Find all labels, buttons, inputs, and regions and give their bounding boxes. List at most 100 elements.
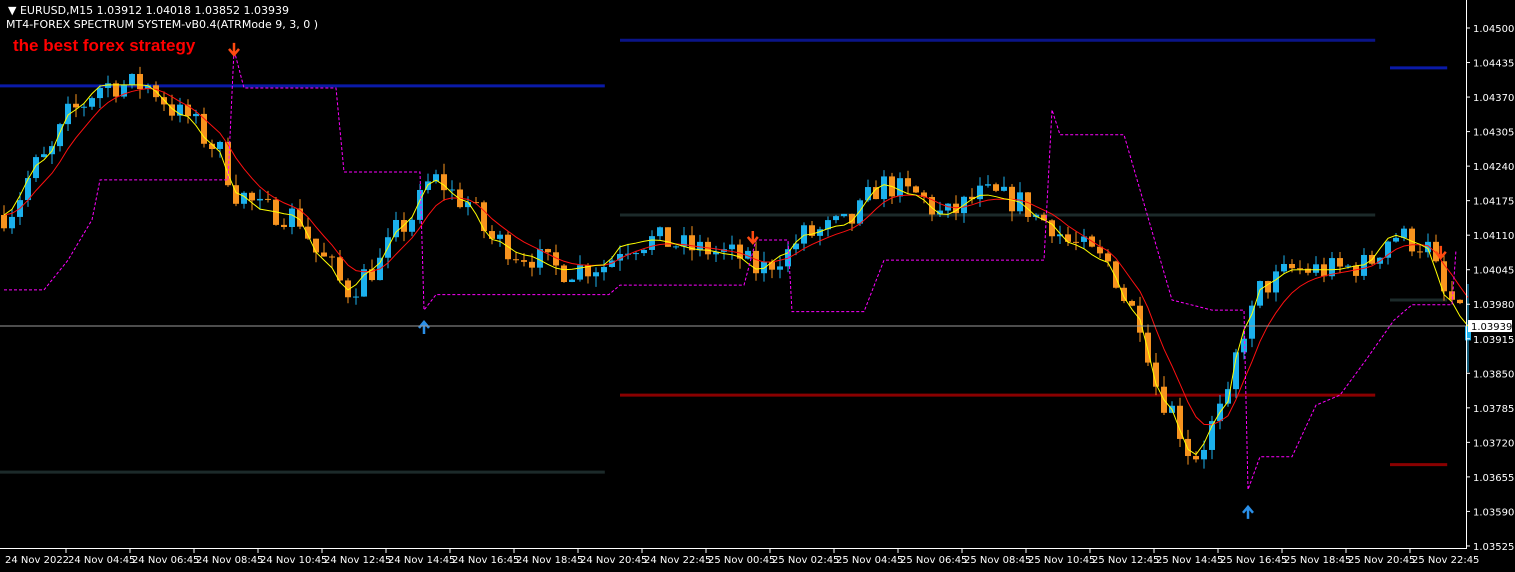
candle-body	[601, 266, 607, 273]
signals-layer	[228, 42, 1447, 519]
time-tick-label: 24 Nov 20:45	[580, 555, 647, 566]
candle-body	[881, 176, 887, 200]
candle-body	[353, 296, 359, 298]
candle-body	[1273, 271, 1279, 293]
time-tick-label: 25 Nov 12:45	[1092, 555, 1159, 566]
candle-body	[305, 226, 311, 239]
price-tick-label: 1.04435	[1473, 59, 1514, 70]
time-tick-label: 25 Nov 14:45	[1156, 555, 1223, 566]
price-tick-label: 1.03655	[1473, 473, 1514, 484]
trailing-stop-line	[4, 49, 1457, 490]
time-tick-label: 25 Nov 06:45	[900, 555, 967, 566]
time-tick-label: 25 Nov 20:45	[1348, 555, 1415, 566]
candle-body	[833, 216, 839, 221]
candle-body	[1121, 287, 1127, 302]
candle-body	[649, 236, 655, 250]
candle-body	[1457, 299, 1463, 304]
indicator-name: MT4-FOREX SPECTRUM SYSTEM-vB0.4(ATRMode …	[6, 18, 319, 31]
candle-body	[1, 214, 7, 229]
slow-ma-line	[3, 87, 1469, 426]
current-price-label: 1.03939	[1471, 322, 1512, 333]
candle-body	[761, 261, 767, 274]
candle-body	[729, 244, 735, 250]
candle-body	[81, 106, 87, 108]
time-tick-label: 24 Nov 04:45	[68, 555, 135, 566]
candle-body	[657, 227, 663, 237]
time-tick-label: 24 Nov 18:45	[516, 555, 583, 566]
time-tick-label: 25 Nov 02:45	[772, 555, 839, 566]
candle-body	[1353, 265, 1359, 276]
candle-body	[33, 157, 39, 179]
candle-body	[641, 249, 647, 254]
candle-body	[697, 241, 703, 251]
time-tick-label: 25 Nov 18:45	[1284, 555, 1351, 566]
candle-body	[489, 231, 495, 239]
time-tick-label: 25 Nov 22:45	[1412, 555, 1479, 566]
candle-body	[977, 185, 983, 200]
candle-body	[913, 186, 919, 193]
candle-body	[513, 259, 519, 261]
candle-body	[561, 265, 567, 283]
price-tick-label: 1.04305	[1473, 128, 1514, 139]
candle-body	[97, 87, 103, 99]
candle-body	[1201, 449, 1207, 460]
candle-body	[777, 266, 783, 270]
price-tick-label: 1.03915	[1473, 335, 1514, 346]
time-tick-label: 24 Nov 14:45	[388, 555, 455, 566]
candle-body	[905, 178, 911, 187]
price-tick-label: 1.04370	[1473, 93, 1514, 104]
candle-body	[73, 103, 79, 108]
candle-body	[1401, 228, 1407, 238]
candle-body	[1289, 263, 1295, 269]
price-tick-label: 1.03785	[1473, 404, 1514, 415]
price-axis[interactable]: 1.04500 1.04435 1.04370 1.04305 1.04240 1.041…	[1466, 24, 1514, 553]
candle-body	[313, 238, 319, 253]
candle-body	[1105, 253, 1111, 262]
candle-body	[1073, 241, 1079, 243]
time-tick-label: 24 Nov 2022	[5, 555, 69, 566]
candle-body	[841, 213, 847, 217]
tagline-text: the best forex strategy	[13, 36, 196, 55]
candle-body	[857, 200, 863, 224]
candle-body	[249, 192, 255, 201]
price-tick-label: 1.03525	[1473, 542, 1514, 553]
candle-body	[289, 208, 295, 227]
candle-body	[1193, 456, 1199, 460]
candle-body	[1345, 265, 1351, 267]
candle-body	[897, 178, 903, 197]
candle-body	[1393, 237, 1399, 242]
candle-body	[329, 256, 335, 258]
price-chart[interactable]: 1.04500 1.04435 1.04370 1.04305 1.04240 1.041…	[0, 0, 1515, 572]
candle-body	[1249, 305, 1255, 339]
candle-body	[257, 198, 263, 201]
candle-body	[321, 252, 327, 257]
time-tick-label: 25 Nov 00:45	[708, 555, 775, 566]
candle-body	[1417, 251, 1423, 253]
time-tick-label: 24 Nov 10:45	[260, 555, 327, 566]
price-tick-label: 1.03590	[1473, 507, 1514, 518]
candle-body	[481, 202, 487, 232]
candle-body	[985, 184, 991, 186]
sell-arrow-icon	[228, 42, 240, 57]
candle-body	[129, 73, 135, 85]
time-tick-label: 24 Nov 12:45	[324, 555, 391, 566]
fast-ma-line	[3, 84, 1469, 456]
candle-body	[521, 260, 527, 262]
price-tick-label: 1.04240	[1473, 162, 1514, 173]
time-tick-label: 24 Nov 16:45	[452, 555, 519, 566]
candle-body	[401, 219, 407, 232]
time-tick-label: 25 Nov 16:45	[1220, 555, 1287, 566]
candle-body	[1257, 281, 1263, 306]
time-tick-label: 25 Nov 08:45	[964, 555, 1031, 566]
candle-body	[137, 73, 143, 89]
candle-body	[1185, 438, 1191, 457]
candle-body	[1001, 186, 1007, 191]
candle-body	[593, 272, 599, 277]
price-tick-label: 1.04045	[1473, 266, 1514, 277]
candle-body	[337, 257, 343, 281]
candle-body	[281, 224, 287, 227]
candle-body	[1177, 405, 1183, 439]
candle-body	[537, 249, 543, 268]
candle-body	[1065, 234, 1071, 242]
time-axis[interactable]: 24 Nov 202224 Nov 04:4524 Nov 06:4524 No…	[5, 548, 1479, 566]
